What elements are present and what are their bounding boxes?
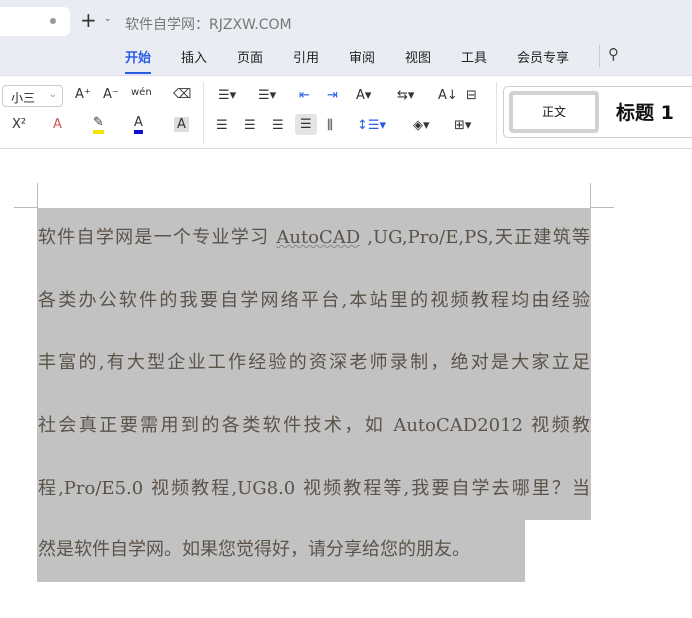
distributed-icon[interactable]: ⫼: [327, 118, 333, 133]
divider: [203, 82, 204, 144]
tab-insert[interactable]: 插入: [181, 47, 207, 66]
divider: [496, 82, 497, 144]
tab-tools[interactable]: 工具: [461, 47, 487, 66]
document-tab[interactable]: [0, 7, 70, 36]
shading-icon[interactable]: ◈▾: [413, 118, 430, 133]
chevron-down-icon: ⌄: [48, 89, 57, 100]
border-icon[interactable]: ⊞▾: [454, 118, 471, 133]
grow-font-button[interactable]: A⁺: [75, 87, 91, 102]
search-icon[interactable]: ⚲: [608, 45, 619, 63]
tab-review[interactable]: 审阅: [349, 47, 375, 66]
justify-icon[interactable]: ☰: [295, 114, 317, 135]
page-corner-mark: [37, 183, 38, 207]
align-right-icon[interactable]: ☰: [272, 118, 284, 133]
tab-page[interactable]: 页面: [237, 47, 263, 66]
text-direction-icon[interactable]: ⇆▾: [397, 88, 414, 103]
title-bar: + ⌄ 软件自学网：RJZXW.COM 开始 插入 页面 引用 审阅 视图 工具…: [0, 0, 692, 75]
font-color-button[interactable]: A: [134, 115, 143, 134]
style-normal[interactable]: 正文: [509, 91, 599, 133]
shrink-font-button[interactable]: A⁻: [103, 87, 119, 102]
superscript-button[interactable]: X²: [12, 117, 26, 132]
style-gallery: 正文 标题 1: [503, 86, 692, 138]
paragraph-line: 然是软件自学网。如果您觉得好，请分享给您的朋友。: [38, 539, 470, 560]
bullet-list-icon[interactable]: ☰▾: [218, 88, 236, 103]
page-corner-mark: [590, 183, 591, 207]
chevron-down-icon[interactable]: ⌄: [104, 14, 112, 24]
align-center-icon[interactable]: ☰: [244, 118, 256, 133]
tab-home[interactable]: 开始: [125, 47, 152, 74]
numbered-list-icon[interactable]: ☰▾: [258, 88, 276, 103]
divider: [599, 45, 600, 67]
char-shading-button[interactable]: A: [174, 117, 189, 132]
paragraph-line: 程,Pro/E5.0 视频教程,UG8.0 视频教程等,我要自学去哪里？当: [38, 478, 590, 499]
font-size-select[interactable]: 小三 ⌄: [2, 85, 63, 107]
style-heading1[interactable]: 标题 1: [616, 98, 674, 125]
paragraph-line: 丰富的,有大型企业工作经验的资深老师录制，绝对是大家立足: [38, 352, 590, 373]
font-size-value: 小三: [11, 91, 36, 105]
page-corner-mark: [590, 207, 614, 208]
new-tab-button[interactable]: +: [80, 8, 97, 32]
highlight-button[interactable]: ✎: [93, 115, 104, 134]
window-title: 软件自学网：RJZXW.COM: [125, 17, 292, 33]
line-spacing-icon[interactable]: ↕☰▾: [357, 118, 386, 133]
spellcheck-word[interactable]: AutoCAD: [276, 227, 360, 248]
tab-membership[interactable]: 会员专享: [517, 47, 569, 66]
decrease-indent-icon[interactable]: ⇤: [299, 88, 310, 103]
unsaved-dot-icon: [50, 18, 56, 24]
increase-indent-icon[interactable]: ⇥: [327, 88, 338, 103]
text-run: ,UG,Pro/E,PS,天正建筑等: [360, 227, 590, 248]
paragraph-line: 各类办公软件的我要自学网络平台,本站里的视频教程均由经验: [38, 290, 590, 311]
ribbon-toolbar: 小三 ⌄ A⁺ A⁻ wén ⌫ X² A ✎ A A ☰▾ ☰▾ ⇤ ⇥ A▾ …: [0, 75, 692, 149]
tab-reference[interactable]: 引用: [293, 47, 319, 66]
paragraph-line: 社会真正要需用到的各类软件技术，如 AutoCAD2012 视频教: [38, 415, 590, 436]
char-spacing-icon[interactable]: A▾: [356, 88, 371, 103]
text-run: 软件自学网是一个专业学习: [38, 227, 277, 248]
paragraph-line: 软件自学网是一个专业学习 AutoCAD ,UG,Pro/E,PS,天正建筑等: [38, 223, 590, 253]
tab-view[interactable]: 视图: [405, 47, 431, 66]
show-marks-icon[interactable]: ⊟: [466, 88, 477, 103]
text-effect-button[interactable]: A: [53, 117, 62, 132]
eraser-icon[interactable]: ⌫: [173, 87, 191, 102]
align-left-icon[interactable]: ☰: [216, 118, 228, 133]
pinyin-button[interactable]: wén: [131, 87, 152, 98]
sort-icon[interactable]: A↓: [438, 88, 458, 103]
page-corner-mark: [14, 207, 38, 208]
